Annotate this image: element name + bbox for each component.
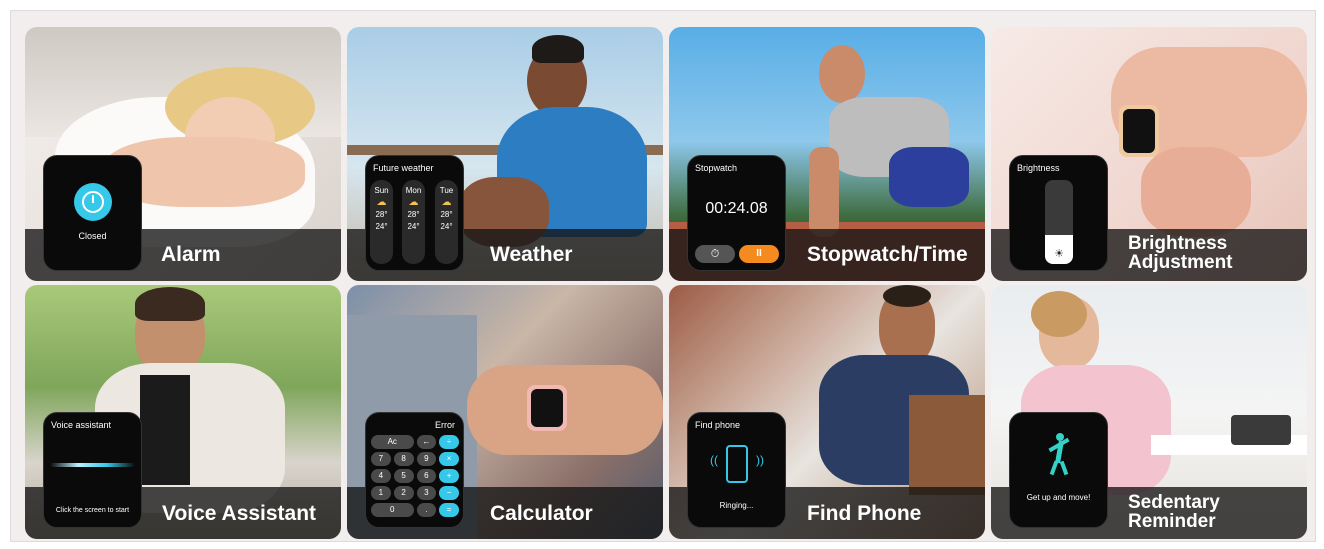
calc-key-divide[interactable]: ÷ [439, 435, 459, 449]
voice-hint: Click the screen to start [55, 507, 130, 514]
phone-ringing-icon: (( )) [708, 443, 766, 489]
caption-line: Adjustment [1128, 252, 1233, 273]
calc-key[interactable]: 6 [416, 469, 437, 483]
low-temp: 24° [375, 222, 388, 231]
caption-calculator: Calculator [490, 502, 593, 525]
caption-weather: Weather [490, 243, 573, 266]
sprinter [819, 45, 865, 103]
calc-keypad: Ac ← ÷ 7 8 9 × 4 5 6 + 1 2 3 − 0 . = [371, 435, 459, 517]
day-label: Mon [405, 186, 422, 195]
watch-screen-find-phone: Find phone (( )) Ringing... [687, 412, 786, 528]
watch-screen-alarm: Closed [43, 155, 142, 271]
tile-weather: Weather Future weather Sun ☁ 28° 24° Mon… [347, 27, 663, 281]
tile-find-phone: Find Phone Find phone (( )) Ringing... [669, 285, 985, 539]
high-temp: 28° [407, 210, 420, 219]
caption-line: Reminder [1128, 511, 1216, 532]
watch-screen-calculator: Error Ac ← ÷ 7 8 9 × 4 5 6 + 1 2 3 − 0 .… [365, 412, 464, 528]
day-label: Tue [439, 186, 454, 195]
reminder-message: Get up and move! [1026, 493, 1091, 502]
voice-wave-icon [50, 463, 135, 467]
forecast-day: Tue ☁ 28° 24° [435, 180, 458, 264]
partly-cloudy-icon: ☁ [376, 197, 387, 208]
timer-icon[interactable]: ⏱ [695, 245, 735, 263]
sun-icon: ☀ [1054, 248, 1064, 260]
calc-key-equals[interactable]: = [439, 503, 459, 517]
find-phone-title: Find phone [695, 420, 741, 430]
calc-key[interactable]: 7 [371, 452, 391, 466]
high-temp: 28° [440, 210, 453, 219]
brightness-slider[interactable]: ☀ [1045, 180, 1073, 264]
ringing-status: Ringing... [719, 501, 754, 510]
stretching-person-icon [1044, 433, 1074, 477]
brightness-title: Brightness [1017, 163, 1060, 173]
watch-screen-brightness: Brightness ☀ [1009, 155, 1108, 271]
caption-line: Sedentary [1128, 492, 1220, 513]
calc-key[interactable]: 2 [393, 486, 414, 500]
calc-key[interactable]: 1 [371, 486, 391, 500]
low-temp: 24° [440, 222, 453, 231]
watch-screen-voice: Voice assistant Click the screen to star… [43, 412, 142, 528]
caption-voice-assistant: Voice Assistant [162, 502, 317, 525]
weather-title: Future weather [373, 163, 434, 173]
low-temp: 24° [407, 222, 420, 231]
alarm-status: Closed [78, 231, 107, 241]
caption-sedentary: Sedentary Reminder [1128, 493, 1220, 531]
calc-key-decimal[interactable]: . [416, 503, 437, 517]
calc-key-clear[interactable]: Ac [371, 435, 414, 449]
partly-cloudy-icon: ☁ [408, 197, 419, 208]
calc-key-backspace[interactable]: ← [416, 435, 437, 449]
voice-title: Voice assistant [51, 420, 112, 430]
tile-calculator: Calculator Error Ac ← ÷ 7 8 9 × 4 5 6 + … [347, 285, 663, 539]
stopwatch-title: Stopwatch [695, 163, 738, 173]
day-label: Sun [374, 186, 389, 195]
pause-icon[interactable]: II [739, 245, 779, 263]
partly-cloudy-icon: ☁ [441, 197, 452, 208]
tile-sedentary: Sedentary Reminder Get up and move! [991, 285, 1307, 539]
forecast-day: Sun ☁ 28° 24° [370, 180, 393, 264]
high-temp: 28° [375, 210, 388, 219]
calc-key[interactable]: 9 [416, 452, 437, 466]
tile-alarm: Alarm Closed [25, 27, 341, 281]
caption-stopwatch: Stopwatch/Time [807, 243, 968, 266]
watch-screen-sedentary: Get up and move! [1009, 412, 1108, 528]
stopwatch-time: 00:24.08 [705, 200, 768, 217]
caption-find-phone: Find Phone [807, 502, 922, 525]
calc-key[interactable]: 8 [393, 452, 414, 466]
calc-key[interactable]: 3 [416, 486, 437, 500]
watch-screen-weather: Future weather Sun ☁ 28° 24° Mon ☁ 28° 2… [365, 155, 464, 271]
watch-screen-stopwatch: Stopwatch 00:24.08 ⏱ II [687, 155, 786, 271]
calc-key[interactable]: 0 [371, 503, 414, 517]
tile-brightness: Brightness Adjustment Brightness ☀ [991, 27, 1307, 281]
tile-voice-assistant: Voice Assistant Voice assistant Click th… [25, 285, 341, 539]
forecast-day: Mon ☁ 28° 24° [402, 180, 425, 264]
alarm-clock-icon [74, 183, 112, 221]
calc-display: Error [435, 420, 455, 430]
tile-stopwatch: Stopwatch/Time Stopwatch 00:24.08 ⏱ II [669, 27, 985, 281]
caption-alarm: Alarm [161, 243, 221, 266]
calc-key[interactable]: 5 [393, 469, 414, 483]
caption-line: Brightness [1128, 233, 1228, 254]
calc-key-multiply[interactable]: × [439, 452, 459, 466]
calc-key-plus[interactable]: + [439, 469, 459, 483]
calc-key[interactable]: 4 [371, 469, 391, 483]
calc-key-minus[interactable]: − [439, 486, 459, 500]
feature-grid: Alarm Closed Weather Future weather Sun … [10, 10, 1316, 542]
caption-brightness: Brightness Adjustment [1128, 234, 1233, 272]
